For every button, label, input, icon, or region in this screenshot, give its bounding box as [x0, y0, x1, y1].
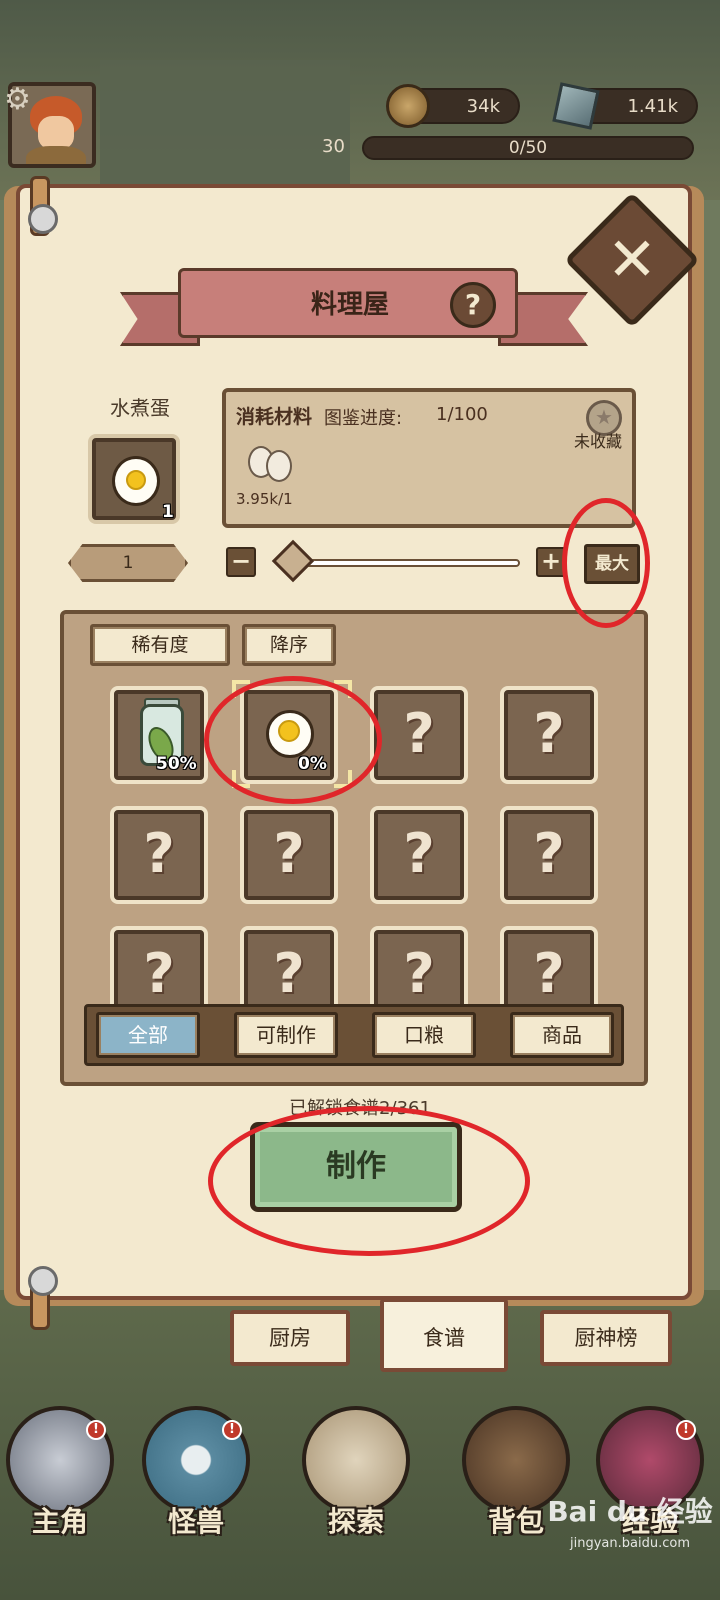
map-icon [302, 1406, 410, 1514]
recipe-cell-locked[interactable]: ? [244, 810, 334, 900]
recipe-cell-locked[interactable]: ? [374, 810, 464, 900]
nail-bottom [28, 1266, 58, 1296]
recipe-cell-locked[interactable]: ? [504, 810, 594, 900]
gold-value: 34k [466, 95, 500, 117]
recipe-cell-locked[interactable]: ? [374, 690, 464, 780]
alert-badge: ! [86, 1420, 106, 1440]
codex-progress-label: 图鉴进度: [324, 408, 403, 429]
selection-corner [334, 770, 352, 788]
close-icon[interactable]: ✕ [584, 212, 680, 308]
xp-bar: 0/50 [362, 136, 694, 160]
unknown-recipe-icon: ? [533, 942, 565, 1005]
nav-explore[interactable]: 探索 [296, 1400, 416, 1550]
nav-monster-label: 怪兽 [167, 1505, 224, 1538]
nav-explore-label: 探索 [327, 1505, 384, 1538]
gem-value: 1.41k [627, 95, 678, 117]
alert-badge: ! [222, 1420, 242, 1440]
quantity-slider-track[interactable] [290, 559, 520, 567]
recipe-percent: 0% [298, 754, 327, 774]
egg-yolk [278, 720, 300, 742]
recipe-percent: 50% [156, 754, 197, 774]
recipe-cell-locked[interactable]: ? [504, 690, 594, 780]
unknown-recipe-icon: ? [273, 822, 305, 885]
player-level: 30 [322, 136, 345, 157]
filter-goods-button[interactable]: 商品 [510, 1012, 614, 1058]
decrease-button[interactable]: − [226, 547, 256, 577]
nail-top [28, 204, 58, 234]
selection-corner [232, 770, 250, 788]
unknown-recipe-icon: ? [143, 822, 175, 885]
coin-icon [386, 84, 430, 128]
gem-icon [552, 82, 600, 130]
make-count-field[interactable]: 1 [68, 544, 188, 582]
materials-title: 消耗材料 [236, 406, 313, 428]
sort-rarity-button[interactable]: 稀有度 [90, 624, 230, 666]
gear-icon[interactable]: ⚙ [4, 82, 31, 117]
help-icon[interactable]: ? [450, 282, 496, 328]
alert-badge: ! [676, 1420, 696, 1440]
make-button[interactable]: 制作 [250, 1122, 462, 1212]
filter-all-button[interactable]: 全部 [96, 1012, 200, 1058]
raw-egg-icon [266, 450, 292, 482]
filter-rations-button[interactable]: 口粮 [372, 1012, 476, 1058]
selection-corner [232, 680, 250, 698]
selection-corner [334, 680, 352, 698]
recipe-cell-boiled-egg[interactable]: 0% [244, 690, 334, 780]
favorite-status: 未收藏 [574, 432, 623, 451]
avatar-face [38, 116, 74, 150]
unknown-recipe-icon: ? [533, 822, 565, 885]
page-title: 料理屋 [310, 290, 389, 320]
unknown-recipe-icon: ? [403, 822, 435, 885]
egg-yolk [126, 470, 146, 490]
redacted-player-name [100, 60, 350, 200]
avatar-body [26, 146, 86, 164]
selected-recipe-slot: 1 [92, 438, 176, 522]
unlocked-recipes-count: 已解锁食谱2/361 [289, 1098, 431, 1119]
selected-recipe-name: 水煮蛋 [110, 396, 170, 420]
material-amount: 3.95k/1 [236, 490, 293, 508]
tab-kitchen[interactable]: 厨房 [230, 1310, 350, 1366]
raw-eggs-icon [246, 444, 296, 482]
xp-value: 0/50 [508, 138, 548, 158]
make-count-value: 1 [122, 553, 134, 573]
unknown-recipe-icon: ? [403, 942, 435, 1005]
recipe-cell-locked[interactable]: ? [114, 810, 204, 900]
codex-progress-value: 1/100 [436, 404, 488, 425]
selected-quantity-badge: 1 [162, 502, 174, 522]
nav-hero[interactable]: ! 主角 [0, 1400, 120, 1550]
sort-order-button[interactable]: 降序 [242, 624, 336, 666]
tab-chef-ranking[interactable]: 厨神榜 [540, 1310, 672, 1366]
nav-hero-label: 主角 [31, 1505, 88, 1538]
max-button[interactable]: 最大 [584, 544, 640, 584]
unknown-recipe-icon: ? [403, 702, 435, 765]
nav-monster[interactable]: ! 怪兽 [136, 1400, 256, 1550]
unknown-recipe-icon: ? [143, 942, 175, 1005]
unknown-recipe-icon: ? [533, 702, 565, 765]
filter-craftable-button[interactable]: 可制作 [234, 1012, 338, 1058]
increase-button[interactable]: + [536, 547, 566, 577]
tab-recipes[interactable]: 食谱 [380, 1298, 508, 1372]
baidu-watermark-url: jingyan.baidu.com [570, 1536, 690, 1551]
unknown-recipe-icon: ? [273, 942, 305, 1005]
baidu-watermark: Bai du 经验 [547, 1495, 713, 1528]
recipe-cell-pickles[interactable]: 50% [114, 690, 204, 780]
